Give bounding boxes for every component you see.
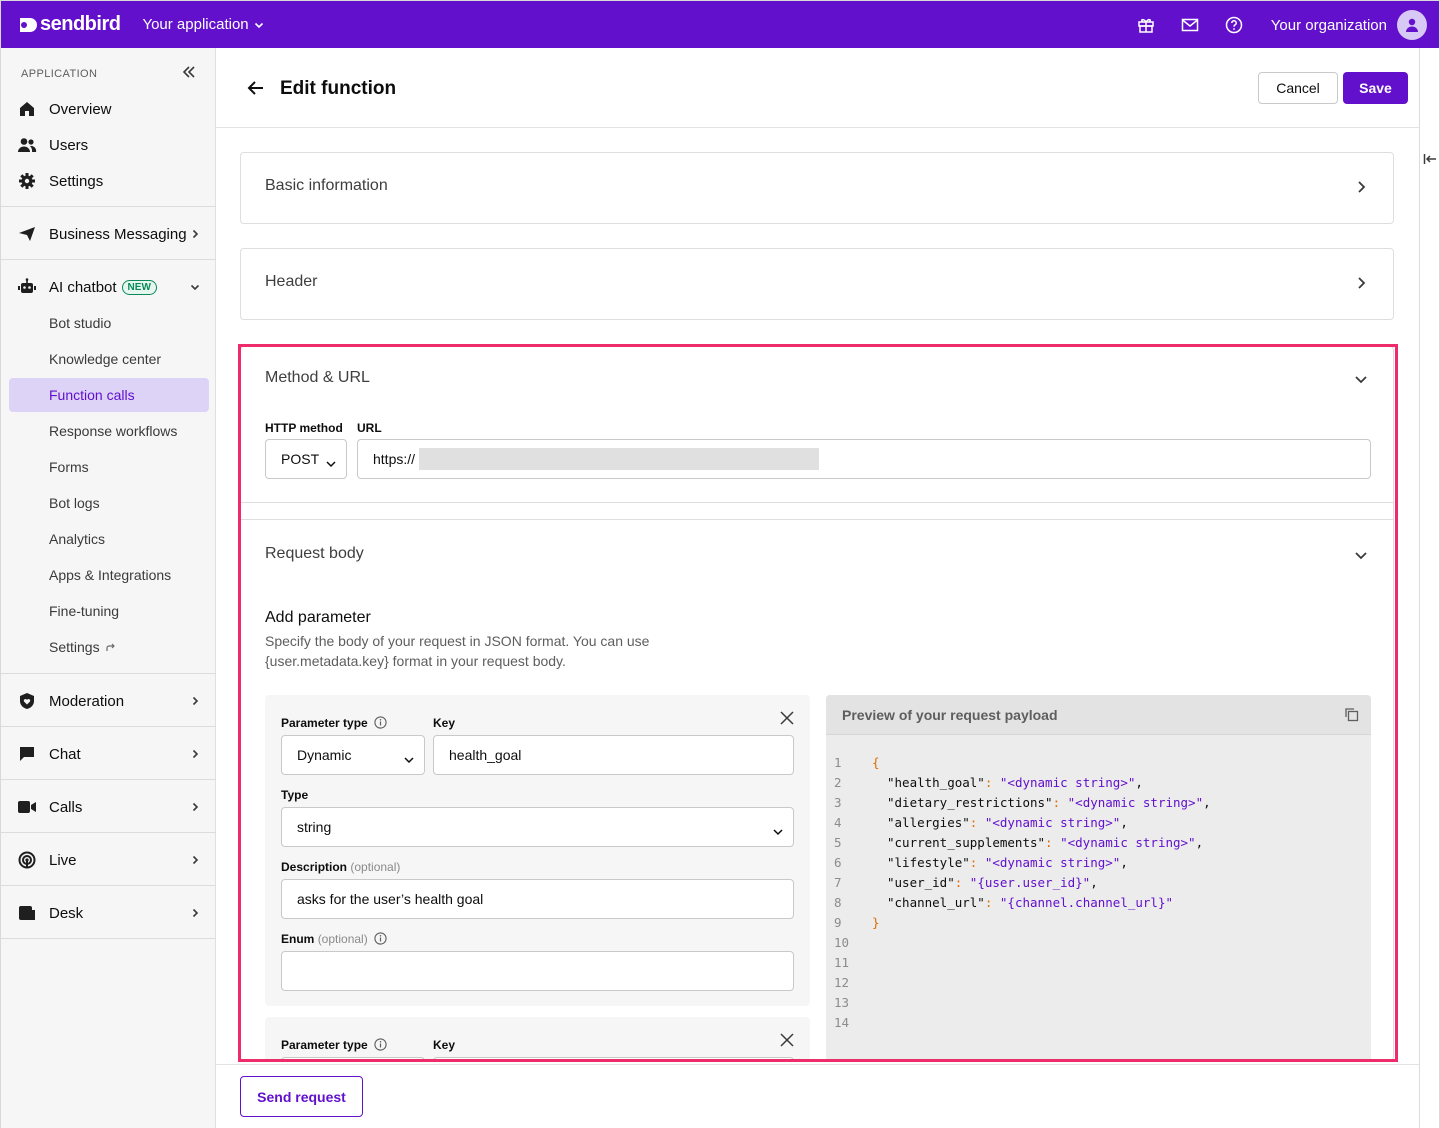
- sidebar-item-label: Desk: [49, 904, 84, 922]
- sidebar-section-label: APPLICATION: [21, 68, 98, 80]
- sidebar-subitem-settings[interactable]: Settings: [9, 630, 209, 664]
- external-redirect-icon: [105, 643, 115, 651]
- sidebar-subitem-function-calls[interactable]: Function calls: [9, 378, 209, 412]
- collapse-sidebar-icon[interactable]: [181, 64, 197, 85]
- chevron-right-icon: [1353, 179, 1369, 200]
- sidebar-item-calls[interactable]: Calls: [9, 790, 209, 824]
- sidebar-item-live[interactable]: Live: [9, 843, 209, 877]
- sidebar-subitem-bot-studio[interactable]: Bot studio: [9, 306, 209, 340]
- sidebar-item-overview[interactable]: Overview: [9, 92, 209, 126]
- send-request-button[interactable]: Send request: [240, 1076, 363, 1117]
- brand-name: sendbird: [40, 13, 121, 35]
- page-title: Edit function: [280, 78, 397, 99]
- sidebar-item-label: AI chatbot: [49, 278, 117, 296]
- sidebar-subitem-label: Settings: [49, 639, 100, 655]
- sidebar-item-label: Calls: [49, 798, 83, 816]
- help-icon[interactable]: [1212, 1, 1256, 49]
- sidebar-item-label: Users: [49, 136, 89, 154]
- sidebar-divider: [1, 938, 216, 939]
- gift-icon[interactable]: [1124, 1, 1168, 49]
- sidebar-subitem-apps-integrations[interactable]: Apps & Integrations: [9, 558, 209, 592]
- sidebar-subitem-analytics[interactable]: Analytics: [9, 522, 209, 556]
- sidebar-subitem-fine-tuning[interactable]: Fine-tuning: [9, 594, 209, 628]
- sidebar-subitem-knowledge-center[interactable]: Knowledge center: [9, 342, 209, 376]
- user-avatar-icon[interactable]: [1397, 10, 1427, 40]
- sidebar-item-label: Chat: [49, 745, 81, 763]
- right-rail: [1419, 48, 1440, 1128]
- save-button[interactable]: Save: [1343, 72, 1408, 104]
- chevron-right-icon: [189, 906, 201, 923]
- shield-heart-icon: [17, 692, 37, 710]
- basic-information-section[interactable]: Basic information: [240, 152, 1394, 224]
- bot-icon: [17, 278, 37, 296]
- sidebar-item-chat[interactable]: Chat: [9, 737, 209, 771]
- sidebar-item-business-messaging[interactable]: Business Messaging: [9, 217, 209, 251]
- sidebar-item-desk[interactable]: Desk: [9, 896, 209, 930]
- chevron-right-icon: [189, 227, 201, 244]
- sidebar-item-label: Moderation: [49, 692, 125, 710]
- sidebar-item-label: Settings: [49, 172, 104, 190]
- chevron-right-icon: [189, 853, 201, 870]
- new-badge: NEW: [121, 279, 157, 295]
- sidebar-divider: [1, 779, 216, 780]
- sidebar-divider: [1, 726, 216, 727]
- sidebar-item-label: Business Messaging: [49, 225, 187, 243]
- sidebar-divider: [1, 673, 216, 674]
- home-icon: [17, 100, 37, 118]
- chevron-right-icon: [189, 694, 201, 711]
- top-bar: sendbird Your application Your organizat…: [0, 0, 1440, 48]
- chat-icon: [17, 745, 37, 763]
- send-icon: [17, 225, 37, 243]
- chevron-right-icon: [189, 747, 201, 764]
- sidebar-divider: [1, 259, 216, 260]
- page-footer: Send request: [216, 1064, 1419, 1128]
- users-icon: [17, 137, 37, 153]
- desk-icon: [17, 904, 37, 922]
- application-name: Your application: [142, 16, 249, 33]
- mail-icon[interactable]: [1168, 1, 1212, 49]
- organization-name[interactable]: Your organization: [1271, 17, 1387, 34]
- sidebar-subitem-response-workflows[interactable]: Response workflows: [9, 414, 209, 448]
- page-header: Edit function Cancel Save: [216, 48, 1419, 128]
- chevron-down-icon: [189, 280, 201, 297]
- chevron-right-icon: [189, 800, 201, 817]
- sidebar-item-ai-chatbot[interactable]: AI chatbot NEW: [9, 270, 209, 304]
- application-selector[interactable]: Your application: [142, 16, 264, 33]
- header-section[interactable]: Header: [240, 248, 1394, 320]
- expand-panel-icon[interactable]: [1423, 152, 1437, 171]
- sidebar-divider: [1, 885, 216, 886]
- sidebar-item-settings[interactable]: Settings: [9, 164, 209, 198]
- sidebar-item-label: Overview: [49, 100, 112, 118]
- chevron-down-icon: [254, 22, 263, 28]
- chevron-right-icon: [1353, 275, 1369, 296]
- sidebar: APPLICATION Overview Users Settings Busi…: [0, 48, 216, 1128]
- section-title: Basic information: [265, 177, 388, 194]
- cancel-button[interactable]: Cancel: [1258, 72, 1338, 104]
- back-arrow-icon[interactable]: [246, 78, 266, 103]
- sidebar-divider: [1, 832, 216, 833]
- sidebar-subitem-bot-logs[interactable]: Bot logs: [9, 486, 209, 520]
- highlight-frame: [238, 344, 1398, 1062]
- main-content: Edit function Cancel Save Basic informat…: [216, 48, 1419, 1128]
- sendbird-logo[interactable]: sendbird: [18, 13, 121, 36]
- gear-icon: [17, 172, 37, 190]
- sendbird-logo-icon: [20, 17, 37, 32]
- sidebar-item-label: Live: [49, 851, 77, 869]
- sidebar-subitem-forms[interactable]: Forms: [9, 450, 209, 484]
- section-title: Header: [265, 273, 318, 290]
- sidebar-item-users[interactable]: Users: [9, 128, 209, 162]
- broadcast-icon: [17, 851, 37, 869]
- sidebar-divider: [1, 206, 216, 207]
- sidebar-item-moderation[interactable]: Moderation: [9, 684, 209, 718]
- video-camera-icon: [17, 799, 37, 815]
